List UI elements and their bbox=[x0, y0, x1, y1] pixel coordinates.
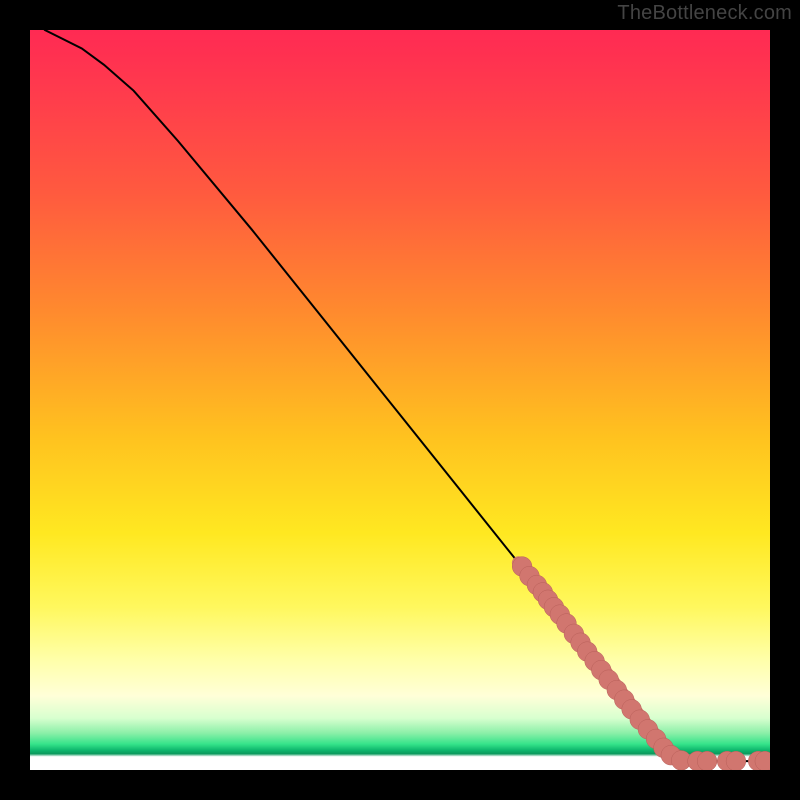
chart-svg bbox=[30, 30, 770, 770]
data-point bbox=[697, 751, 717, 770]
curve-line bbox=[45, 30, 763, 761]
chart-frame: TheBottleneck.com bbox=[0, 0, 800, 800]
plot-area bbox=[30, 30, 770, 770]
data-point bbox=[726, 751, 746, 770]
watermark-text: TheBottleneck.com bbox=[617, 2, 792, 25]
